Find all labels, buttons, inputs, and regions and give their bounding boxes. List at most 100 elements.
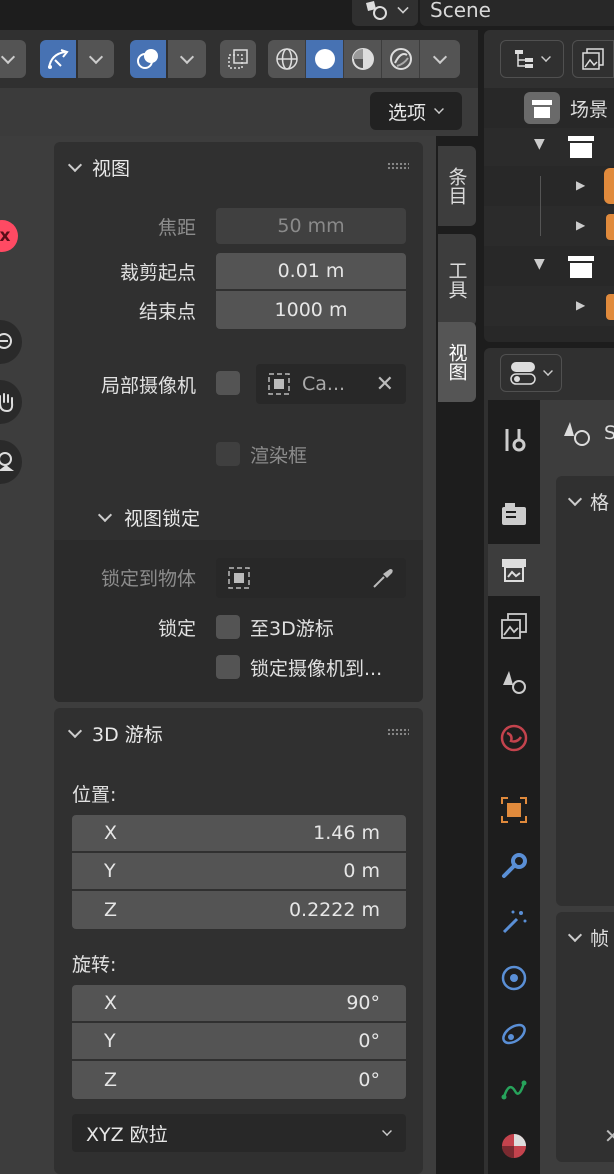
expand-arrow-icon[interactable]: ▼ — [534, 256, 545, 272]
properties-toggle-icon — [510, 362, 536, 385]
frame-range-panel-header[interactable]: 帧 — [567, 924, 609, 951]
tab-modifiers[interactable] — [488, 840, 540, 892]
eyedropper-icon[interactable] — [370, 565, 396, 591]
scene-name-fragment: S — [604, 422, 614, 444]
chevron-down-icon — [432, 49, 448, 64]
tab-render[interactable] — [488, 488, 540, 540]
solid-sphere-icon — [314, 49, 335, 69]
render-camera-icon — [502, 503, 526, 525]
image-stack-icon — [501, 613, 527, 639]
scene-name-field[interactable]: Scene — [420, 0, 614, 26]
lock-to-object-label: 锁定到物体 — [100, 568, 196, 590]
tab-view-layer[interactable] — [488, 600, 540, 652]
focal-length-field[interactable]: 50 mm — [216, 208, 406, 244]
wireframe-sphere-icon — [275, 48, 298, 70]
overlays-icon — [137, 49, 158, 69]
printer-icon — [502, 559, 526, 582]
rotation-z-field[interactable]: Z 0° — [72, 1061, 406, 1099]
tab-particles[interactable] — [488, 896, 540, 948]
rotation-y-field[interactable]: Y 0° — [72, 1023, 406, 1059]
overlays-dropdown[interactable] — [168, 40, 206, 78]
tab-view[interactable]: 视图 — [438, 322, 476, 402]
drag-grip-icon[interactable] — [387, 162, 409, 170]
outliner-row[interactable] — [484, 206, 614, 246]
lock-to-object-field[interactable] — [216, 558, 406, 598]
tab-world[interactable] — [488, 712, 540, 764]
location-z-field[interactable]: Z 0.2222 m — [72, 891, 406, 929]
location-y-field[interactable]: Y 0 m — [72, 853, 406, 889]
overlays-toggle-button[interactable] — [130, 40, 166, 78]
material-shading-button[interactable] — [344, 40, 382, 78]
tab-object[interactable] — [488, 784, 540, 836]
3d-cursor-panel-title: 3D 游标 — [92, 724, 163, 746]
collapse-chevron-icon — [567, 491, 583, 507]
tab-output[interactable] — [488, 544, 540, 596]
axis-value: 0.2222 m — [288, 899, 380, 921]
scene-selector-button[interactable] — [352, 0, 418, 26]
tab-tool[interactable]: 工具 — [438, 234, 476, 326]
options-dropdown[interactable]: 选项 — [370, 92, 462, 130]
gizmo-toggle-button[interactable] — [40, 40, 76, 78]
drag-grip-icon[interactable] — [387, 728, 409, 736]
tab-item-label: 条目 — [445, 167, 468, 205]
properties-editor-type-dropdown[interactable] — [500, 354, 562, 392]
tab-tool-settings[interactable] — [488, 414, 540, 466]
collapse-chevron-icon — [567, 927, 583, 943]
gizmo-dropdown[interactable] — [78, 40, 114, 78]
rendered-shading-button[interactable] — [382, 40, 420, 78]
rotation-mode-dropdown[interactable]: XYZ 欧拉 — [72, 1114, 406, 1152]
format-panel-title: 格 — [590, 492, 610, 514]
lock-label: 锁定 — [157, 618, 196, 640]
xray-toggle-button[interactable] — [220, 40, 256, 78]
light-object-icon — [606, 214, 614, 240]
shading-options-dropdown[interactable] — [420, 40, 460, 78]
local-camera-checkbox[interactable] — [216, 371, 240, 395]
axis-value: 0 m — [343, 860, 380, 882]
solid-shading-button[interactable] — [306, 40, 344, 78]
chevron-down-icon — [382, 1125, 392, 1136]
tab-data[interactable] — [488, 1064, 540, 1116]
particles-wand-icon — [502, 910, 527, 934]
clear-x-icon[interactable]: ✕ — [376, 372, 394, 397]
tab-material[interactable] — [488, 1120, 540, 1172]
clip-end-field[interactable]: 1000 m — [216, 291, 406, 329]
focal-length-value: 50 mm — [277, 215, 345, 237]
tab-scene[interactable] — [488, 656, 540, 708]
format-panel — [556, 476, 614, 906]
tab-physics[interactable] — [488, 952, 540, 1004]
expand-arrow-icon[interactable]: ▼ — [534, 136, 545, 152]
clip-end-value: 1000 m — [274, 299, 348, 321]
tab-item[interactable]: 条目 — [438, 146, 476, 226]
outliner-row[interactable] — [484, 286, 614, 326]
clip-start-field[interactable]: 0.01 m — [216, 253, 406, 289]
tab-constraints[interactable] — [488, 1008, 540, 1060]
outliner-scene-collection-row[interactable]: 场景 — [522, 90, 614, 126]
expand-arrow-icon[interactable]: ▶ — [576, 298, 585, 312]
axis-label: X — [104, 992, 118, 1014]
editor-type-dropdown[interactable] — [0, 40, 26, 78]
axis-value: 1.46 m — [313, 822, 380, 844]
collection-icon — [568, 136, 594, 158]
outliner-display-mode-dropdown[interactable] — [500, 40, 564, 78]
outliner-filter-button[interactable] — [572, 40, 614, 78]
format-panel-header[interactable]: 格 — [567, 488, 610, 515]
lock-camera-checkbox[interactable] — [216, 655, 240, 679]
camera-object-field[interactable]: Ca... ✕ — [256, 364, 406, 404]
rotation-x-field[interactable]: X 90° — [72, 985, 406, 1021]
wireframe-shading-button[interactable] — [268, 40, 306, 78]
view-panel-header[interactable]: 视图 — [67, 154, 130, 181]
expand-arrow-icon[interactable]: ▶ — [576, 178, 585, 192]
location-x-field[interactable]: X 1.46 m — [72, 815, 406, 851]
expand-arrow-icon[interactable]: ▶ — [576, 218, 585, 232]
render-region-checkbox[interactable] — [216, 442, 240, 466]
axis-value: 90° — [346, 992, 380, 1014]
close-x-icon[interactable]: ✕ — [604, 1124, 614, 1148]
3d-cursor-panel-header[interactable]: 3D 游标 — [67, 720, 163, 747]
material-sphere-icon — [502, 1134, 526, 1158]
collection-icon — [568, 256, 594, 278]
lock-cursor-checkbox[interactable] — [216, 615, 240, 639]
outliner-row[interactable] — [484, 166, 614, 206]
axis-value: 0° — [358, 1030, 380, 1052]
view-lock-header[interactable]: 视图锁定 — [97, 504, 200, 531]
collection-box-icon — [524, 92, 560, 124]
